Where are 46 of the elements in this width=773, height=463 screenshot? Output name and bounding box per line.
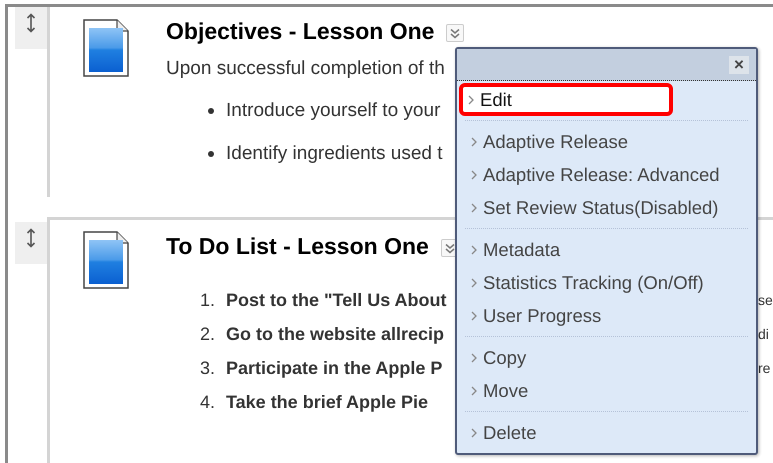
bullet-icon [208, 151, 214, 157]
menu-item[interactable]: Statistics Tracking (On/Off) [459, 266, 754, 299]
chevron-right-icon [471, 310, 477, 320]
list-item-text: Participate in the Apple P [226, 358, 442, 378]
list-number: 3. [200, 358, 216, 378]
move-handle-icon[interactable] [26, 228, 36, 248]
chevron-right-icon [471, 170, 477, 180]
chevron-right-icon [471, 136, 477, 146]
options-button[interactable] [446, 24, 464, 42]
list-item-text: Take the brief Apple Pie [226, 392, 428, 412]
list-item-text: Introduce yourself to your [226, 100, 440, 122]
list-item-text: Identify ingredients used t [226, 143, 443, 165]
document-icon [83, 231, 129, 289]
list-number: 2. [200, 324, 216, 344]
menu-item[interactable]: Adaptive Release: Advanced [459, 158, 754, 191]
list-item-text: se [758, 292, 773, 308]
list-item-text: Post to the "Tell Us About [226, 290, 447, 310]
menu-item[interactable]: Delete [459, 416, 754, 449]
item-title[interactable]: Objectives - Lesson One [166, 18, 434, 45]
item-title[interactable]: To Do List - Lesson One [166, 233, 429, 260]
list-number: 4. [200, 392, 216, 412]
double-chevron-icon [450, 28, 460, 38]
chevron-right-icon [471, 202, 477, 212]
description-text: Upon successful completion of th [166, 58, 445, 80]
list-number: 1. [200, 290, 216, 310]
chevron-right-icon [468, 94, 474, 104]
chevron-right-icon [471, 386, 477, 396]
menu-item[interactable]: Metadata [459, 233, 754, 266]
double-chevron-icon [444, 242, 455, 254]
menu-item[interactable]: User Progress [459, 299, 754, 332]
bullet-icon [208, 108, 214, 114]
menu-item[interactable]: Move [459, 374, 754, 407]
chevron-right-icon [471, 244, 477, 254]
close-button[interactable]: × [729, 56, 749, 74]
move-handle-icon[interactable] [26, 13, 36, 33]
menu-item[interactable]: Copy [459, 341, 754, 374]
menu-item[interactable]: Adaptive Release [459, 125, 754, 158]
list-item-text: di [758, 326, 769, 342]
chevron-right-icon [471, 278, 477, 288]
document-icon [83, 19, 129, 77]
menu-item[interactable]: Set Review Status(Disabled) [459, 191, 754, 224]
list-item-text: Go to the website allrecip [226, 324, 444, 344]
list-item-text: re [758, 360, 770, 376]
chevron-right-icon [471, 428, 477, 438]
chevron-right-icon [471, 352, 477, 362]
menu-item[interactable]: Edit [459, 83, 673, 116]
